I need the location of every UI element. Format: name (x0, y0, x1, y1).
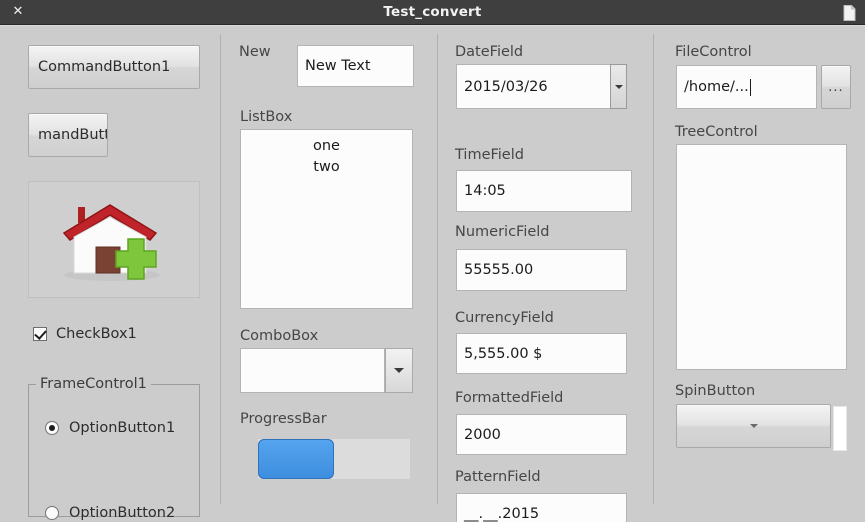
command-button-1[interactable]: CommandButton1 (28, 45, 200, 89)
option-button-2-dot[interactable] (45, 506, 59, 520)
patternfield-label: PatternField (455, 469, 541, 485)
formattedfield-label: FormattedField (455, 390, 564, 406)
numericfield-label: NumericField (455, 224, 550, 240)
frame-control-1-title: FrameControl1 (36, 376, 151, 392)
spinbutton[interactable] (676, 404, 831, 448)
filecontrol-browse-button[interactable]: ... (821, 65, 851, 109)
datefield-input[interactable]: 2015/03/26 (456, 64, 613, 109)
list-item[interactable]: two (241, 157, 412, 178)
datefield-label: DateField (455, 44, 524, 60)
combobox-label: ComboBox (240, 328, 319, 344)
command-button-2[interactable]: mandButt (28, 113, 108, 157)
filecontrol-value: /home/... (684, 79, 749, 95)
combobox-input[interactable] (240, 348, 385, 393)
timefield-input[interactable]: 14:05 (456, 170, 632, 212)
treecontrol[interactable] (676, 144, 847, 370)
datefield-dropdown-button[interactable] (610, 64, 627, 109)
application-window: ✕ Test_convert CommandButton1 mandButt C… (0, 0, 865, 522)
column-separator-3 (653, 34, 654, 504)
formattedfield-input[interactable]: 2000 (456, 414, 627, 455)
column-separator-2 (437, 34, 438, 504)
option-button-1-dot[interactable] (45, 421, 59, 435)
title-bar: ✕ Test_convert (0, 0, 865, 25)
form-client-area: CommandButton1 mandButt CheckBox1 FrameC… (0, 25, 865, 522)
document-icon[interactable] (843, 5, 856, 21)
combobox-dropdown-button[interactable] (385, 348, 413, 393)
checkbox-1-box[interactable] (33, 327, 47, 341)
option-button-1-label: OptionButton1 (69, 420, 176, 436)
numericfield-input[interactable]: 55555.00 (456, 249, 627, 291)
column-separator-1 (220, 34, 221, 504)
window-title: Test_convert (383, 4, 482, 20)
currencyfield-input[interactable]: 5,555.00 $ (456, 333, 627, 374)
timefield-label: TimeField (455, 147, 524, 163)
filecontrol-label: FileControl (675, 44, 752, 60)
checkbox-1-label: CheckBox1 (56, 326, 137, 342)
option-button-2[interactable]: OptionButton2 (45, 505, 175, 521)
patternfield-input[interactable]: __.__.2015 (456, 493, 627, 522)
text-caret (749, 78, 751, 96)
progressbar-label: ProgressBar (240, 411, 327, 427)
frame-control-1 (28, 384, 200, 517)
chevron-down-icon (749, 424, 758, 428)
treecontrol-label: TreeControl (675, 124, 758, 140)
picture-control (28, 181, 200, 298)
list-item[interactable]: one (241, 136, 412, 157)
option-button-2-label: OptionButton2 (69, 505, 176, 521)
checkbox-1[interactable]: CheckBox1 (33, 326, 137, 342)
spinbutton-side-strip[interactable] (833, 406, 847, 451)
filecontrol-input[interactable]: /home/... (676, 65, 817, 109)
listbox-label: ListBox (240, 109, 293, 125)
home-add-icon (62, 203, 160, 281)
textbox-label: New (239, 44, 271, 60)
currencyfield-label: CurrencyField (455, 310, 554, 326)
option-button-1[interactable]: OptionButton1 (45, 420, 175, 436)
textbox-new[interactable]: New Text (297, 45, 414, 87)
listbox[interactable]: one two (240, 129, 413, 309)
progressbar-fill (258, 439, 334, 479)
chevron-down-icon (394, 368, 404, 373)
spinbutton-label: SpinButton (675, 383, 756, 399)
chevron-down-icon (614, 84, 623, 89)
ellipsis-icon: ... (828, 79, 844, 95)
progressbar-track (258, 439, 410, 479)
